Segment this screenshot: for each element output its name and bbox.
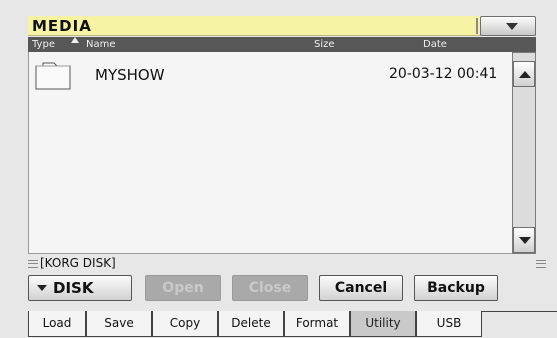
- page-menu-button[interactable]: [480, 16, 536, 36]
- file-date: 20-03-12 00:41: [389, 66, 498, 82]
- grip-icon: [28, 260, 38, 268]
- tab-load[interactable]: Load: [28, 311, 86, 337]
- column-header-date[interactable]: Date: [423, 37, 447, 52]
- title-bar: MEDIA: [28, 16, 536, 36]
- page-title: MEDIA: [32, 17, 92, 35]
- column-header-size[interactable]: Size: [314, 37, 335, 52]
- arrow-down-icon: [519, 237, 531, 244]
- file-list[interactable]: MYSHOW 20-03-12 00:41: [28, 52, 512, 254]
- media-screen: MEDIA Type Name Size Date MYSHOW 20-03-1…: [0, 0, 557, 338]
- scrollbar[interactable]: [512, 52, 536, 254]
- sort-ascending-icon: [71, 37, 79, 43]
- cancel-button[interactable]: Cancel: [319, 275, 403, 301]
- chevron-down-icon: [37, 285, 47, 291]
- backup-button[interactable]: Backup: [414, 275, 498, 301]
- device-select-button[interactable]: DISK: [28, 275, 132, 301]
- path-bar: [KORG DISK]: [28, 256, 548, 272]
- device-select-label: DISK: [53, 279, 94, 297]
- chevron-down-icon: [506, 23, 518, 30]
- tab-bar-divider: [482, 311, 557, 312]
- title-separator: [476, 18, 478, 34]
- tab-copy[interactable]: Copy: [152, 311, 218, 337]
- tab-bar: Load Save Copy Delete Format Utility USB: [28, 311, 557, 338]
- scroll-down-button[interactable]: [513, 227, 535, 253]
- tab-utility[interactable]: Utility: [350, 311, 416, 337]
- current-path: [KORG DISK]: [40, 256, 116, 270]
- file-name: MYSHOW: [95, 66, 165, 84]
- list-header: Type Name Size Date: [28, 37, 536, 52]
- close-button[interactable]: Close: [232, 275, 308, 301]
- tab-usb[interactable]: USB: [416, 311, 482, 337]
- tab-save[interactable]: Save: [86, 311, 152, 337]
- arrow-up-icon: [519, 71, 531, 78]
- scroll-up-button[interactable]: [513, 61, 535, 87]
- column-header-name[interactable]: Name: [86, 37, 116, 52]
- tab-delete[interactable]: Delete: [218, 311, 284, 337]
- grip-icon: [536, 260, 546, 268]
- folder-icon: [35, 62, 71, 90]
- column-header-type[interactable]: Type: [32, 37, 55, 52]
- list-item[interactable]: MYSHOW 20-03-12 00:41: [29, 58, 513, 92]
- open-button[interactable]: Open: [145, 275, 221, 301]
- tab-format[interactable]: Format: [284, 311, 350, 337]
